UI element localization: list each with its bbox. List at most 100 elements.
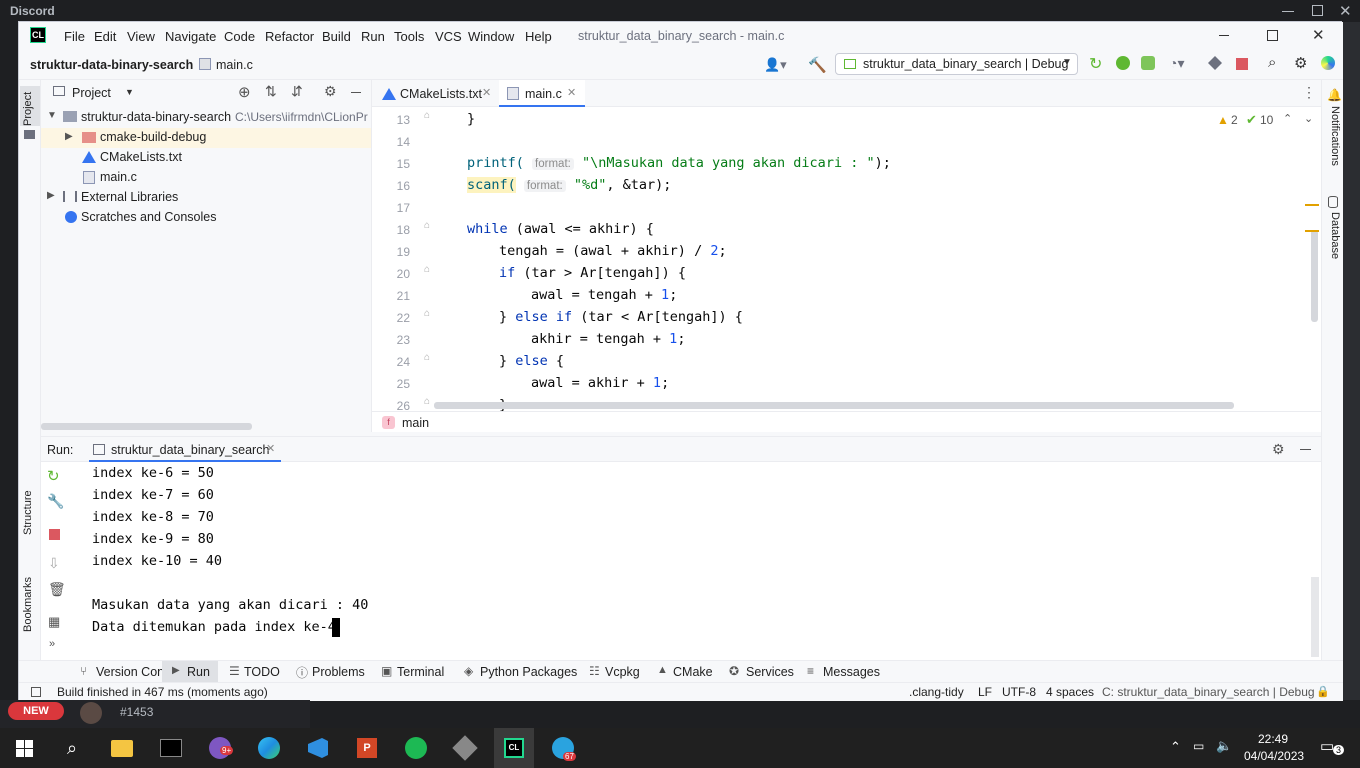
menu-file[interactable]: File — [64, 29, 85, 44]
bell-icon[interactable]: 🔔 — [1327, 88, 1342, 102]
menu-vcs[interactable]: VCS — [435, 29, 462, 44]
code-area[interactable]: } printf( format: "\nMasukan data yang a… — [372, 108, 1302, 413]
menu-help[interactable]: Help — [525, 29, 552, 44]
horizontal-scrollbar[interactable] — [41, 423, 252, 430]
chevron-down-icon[interactable]: ▼ — [125, 87, 134, 97]
tab-terminal[interactable]: Terminal — [397, 665, 444, 679]
notifications-tool-label[interactable]: Notifications — [1329, 106, 1341, 166]
tree-external-libraries[interactable]: External Libraries — [81, 190, 178, 204]
menu-window[interactable]: Window — [468, 29, 514, 44]
status-line-separator[interactable]: LF — [978, 685, 992, 699]
debug-bug-icon[interactable] — [1116, 56, 1130, 70]
spotify-icon[interactable] — [396, 728, 436, 768]
stop-icon[interactable] — [1236, 58, 1248, 70]
clock-time[interactable]: 22:49 — [1258, 732, 1288, 746]
breadcrumb-project[interactable]: struktur-data-binary-search — [30, 58, 193, 72]
locate-icon[interactable]: ⊕ — [238, 83, 251, 101]
warning-stripe[interactable] — [1305, 230, 1319, 232]
vscode-icon[interactable] — [298, 728, 338, 768]
close-tab-icon[interactable]: ✕ — [482, 86, 491, 99]
warning-stripe[interactable] — [1305, 204, 1319, 206]
menu-run[interactable]: Run — [361, 29, 385, 44]
new-badge[interactable]: NEW — [8, 702, 64, 720]
app-icon[interactable] — [445, 728, 485, 768]
tree-item-cmakelists[interactable]: CMakeLists.txt — [100, 150, 182, 164]
chevron-right-icon[interactable]: ▶ — [65, 131, 73, 142]
breadcrumb-function[interactable]: main — [402, 416, 429, 430]
tab-vcpkg[interactable]: Vcpkg — [605, 665, 640, 679]
project-pane-title[interactable]: Project — [72, 86, 111, 100]
tree-scratches[interactable]: Scratches and Consoles — [81, 210, 217, 224]
menu-tools[interactable]: Tools — [394, 29, 424, 44]
search-icon[interactable]: ⌕ — [52, 728, 92, 768]
console-output[interactable]: index ke-6 = 50 index ke-7 = 60 index ke… — [41, 462, 1311, 661]
layout-toggle-icon[interactable] — [31, 687, 41, 697]
tab-problems[interactable]: Problems — [312, 665, 365, 679]
notification-icon[interactable]: ▭ — [1320, 737, 1334, 755]
edge-icon[interactable] — [249, 728, 289, 768]
editor-vertical-scrollbar[interactable] — [1311, 230, 1318, 322]
more-options-icon[interactable]: ⋮ — [1302, 84, 1316, 101]
clock-date[interactable]: 04/04/2023 — [1244, 749, 1304, 763]
gear-icon[interactable]: ⚙ — [324, 83, 337, 100]
structure-tool-label[interactable]: Structure — [22, 490, 34, 535]
profiler-icon[interactable]: ◔▾ — [1169, 55, 1184, 72]
tab-cmakelists[interactable]: CMakeLists.txt — [400, 87, 482, 101]
chevron-right-icon[interactable]: ▶ — [47, 190, 55, 201]
tab-run-active[interactable]: ▶ Run — [162, 661, 218, 682]
tab-cmake[interactable]: CMake — [673, 665, 713, 679]
tab-messages[interactable]: Messages — [823, 665, 880, 679]
powerpoint-icon[interactable]: P — [347, 728, 387, 768]
tree-item-main-c[interactable]: main.c — [100, 170, 137, 184]
tab-todo[interactable]: TODO — [244, 665, 280, 679]
status-indent[interactable]: 4 spaces — [1046, 685, 1094, 699]
status-clang-tidy[interactable]: .clang-tidy — [909, 685, 964, 699]
expand-all-icon[interactable]: ⇅ — [265, 83, 277, 100]
menu-build[interactable]: Build — [322, 29, 351, 44]
telegram-icon[interactable]: 67 — [543, 728, 583, 768]
chevron-up-icon[interactable]: ⌃ — [1170, 739, 1181, 755]
hide-icon[interactable] — [351, 92, 361, 93]
user-icon[interactable]: 👤▾ — [764, 57, 787, 73]
avatar[interactable] — [80, 702, 102, 724]
run-tab[interactable]: struktur_data_binary_search ✕ — [89, 437, 281, 462]
menu-refactor[interactable]: Refactor — [265, 29, 314, 44]
toolbox-icon[interactable] — [1321, 56, 1335, 70]
database-tool-label[interactable]: Database — [1329, 212, 1341, 259]
bookmarks-tool-label[interactable]: Bookmarks — [22, 577, 34, 632]
status-context[interactable]: C: struktur_data_binary_search | Debug — [1102, 685, 1315, 699]
volume-icon[interactable]: 🔈 — [1216, 738, 1232, 754]
discord-minimize-icon[interactable] — [1282, 11, 1294, 12]
close-tab-icon[interactable]: ✕ — [266, 442, 275, 455]
menu-code[interactable]: Code — [224, 29, 255, 44]
terminal-icon[interactable] — [151, 728, 191, 768]
chevron-down-icon[interactable]: ⌄ — [1304, 112, 1313, 125]
search-icon[interactable]: ⌕ — [1268, 54, 1276, 71]
maximize-icon[interactable] — [1267, 30, 1278, 41]
breadcrumb-file[interactable]: main.c — [216, 58, 253, 72]
close-icon[interactable]: ✕ — [1312, 26, 1325, 44]
hide-icon[interactable] — [1300, 449, 1311, 450]
network-icon[interactable]: ▭ — [1193, 739, 1204, 753]
close-tab-icon[interactable]: ✕ — [567, 86, 576, 99]
lock-icon[interactable]: 🔒 — [1316, 685, 1330, 698]
status-encoding[interactable]: UTF-8 — [1002, 685, 1036, 699]
discord-maximize-icon[interactable] — [1312, 5, 1323, 16]
tab-python-packages[interactable]: Python Packages — [480, 665, 577, 679]
console-scrollbar[interactable] — [1311, 577, 1319, 657]
project-tool-label[interactable]: Project — [22, 92, 34, 126]
minimize-icon[interactable] — [1219, 35, 1229, 36]
editor-horizontal-scrollbar[interactable] — [434, 402, 1234, 409]
start-icon[interactable] — [4, 728, 44, 768]
discord-close-icon[interactable]: ✕ — [1339, 2, 1352, 20]
collapse-all-icon[interactable]: ⇵ — [291, 83, 303, 100]
tab-main-c-active[interactable]: main.c ✕ — [499, 80, 585, 107]
attach-icon[interactable] — [1208, 56, 1222, 70]
rerun-icon[interactable]: ↻ — [1089, 54, 1102, 74]
menu-view[interactable]: View — [127, 29, 155, 44]
gear-icon[interactable]: ⚙ — [1272, 441, 1285, 458]
run-config-select[interactable]: struktur_data_binary_search | Debug ▼ — [835, 53, 1078, 75]
file-explorer-icon[interactable] — [102, 728, 142, 768]
clion-taskbar-icon[interactable]: CL — [494, 728, 534, 768]
menu-navigate[interactable]: Navigate — [165, 29, 216, 44]
